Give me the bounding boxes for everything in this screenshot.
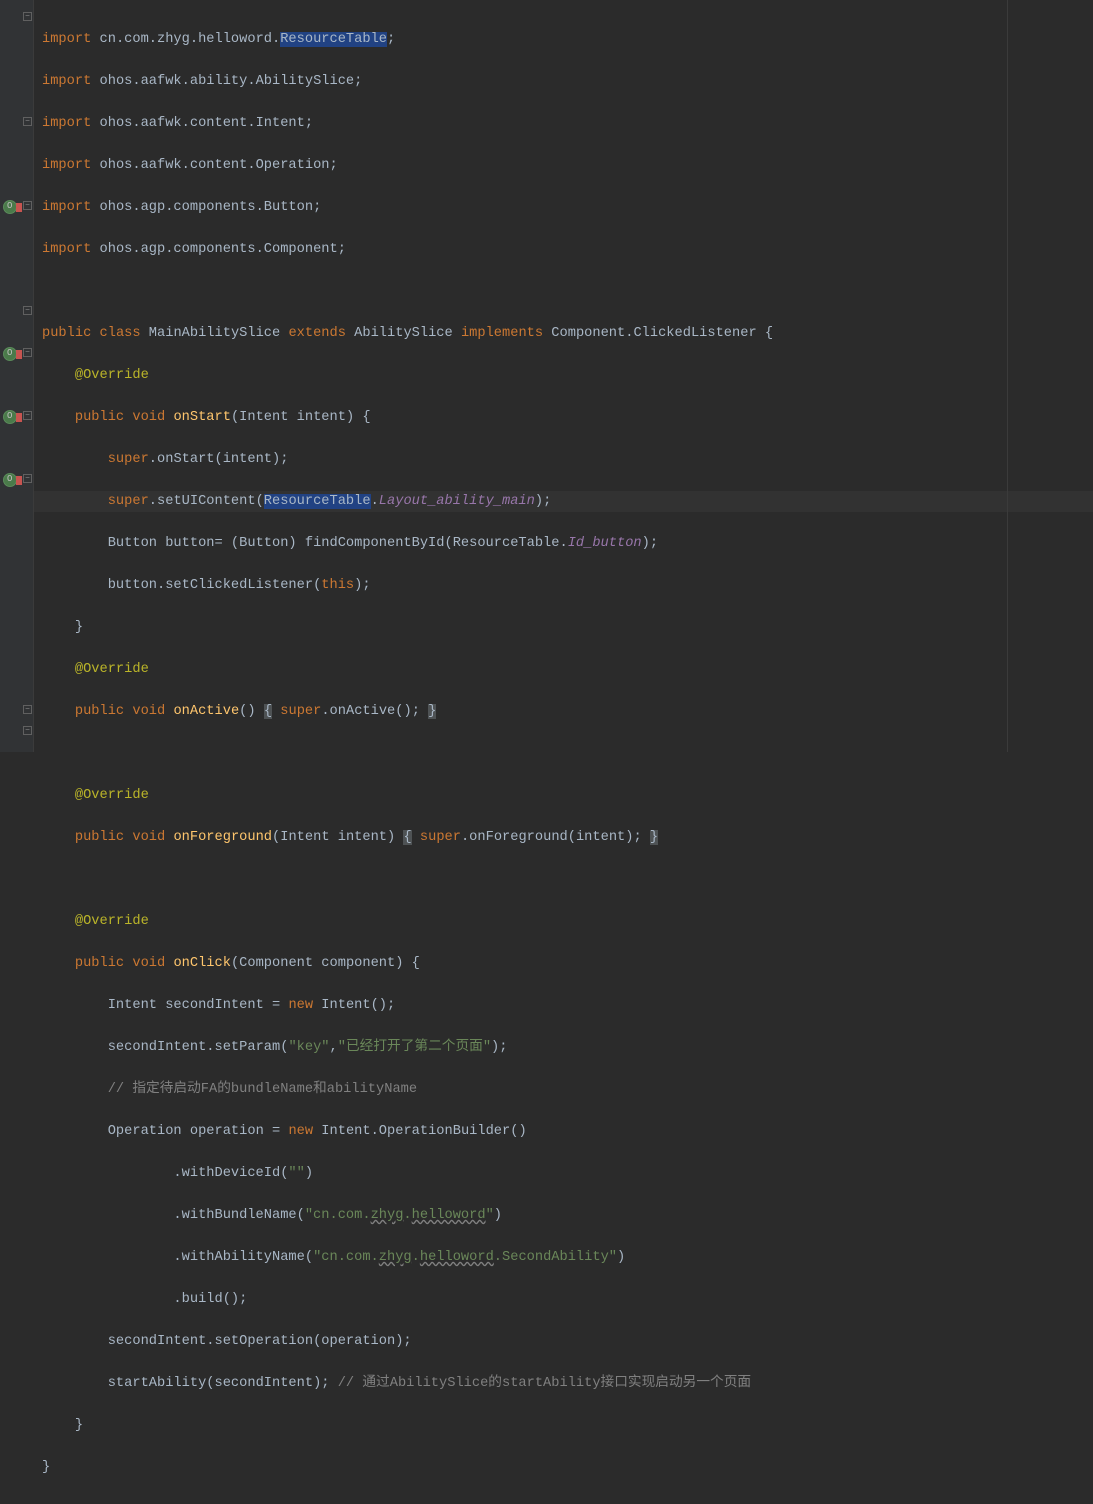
code-line[interactable]: Button button= (Button) findComponentByI…	[42, 533, 1093, 554]
code-line[interactable]	[42, 743, 1093, 764]
code-line[interactable]	[42, 869, 1093, 890]
gutter-icons	[0, 0, 22, 752]
fold-toggle-icon[interactable]: −	[23, 12, 32, 21]
code-line[interactable]: @Override	[42, 911, 1093, 932]
code-line[interactable]: Operation operation = new Intent.Operati…	[42, 1121, 1093, 1142]
code-line[interactable]: @Override	[42, 659, 1093, 680]
code-line[interactable]: public class MainAbilitySlice extends Ab…	[42, 323, 1093, 344]
fold-toggle-icon[interactable]: −	[23, 306, 32, 315]
code-line[interactable]: import ohos.aafwk.content.Intent;	[42, 113, 1093, 134]
code-line[interactable]: public void onStart(Intent intent) {	[42, 407, 1093, 428]
code-line[interactable]: import cn.com.zhyg.helloword.ResourceTab…	[42, 29, 1093, 50]
code-line[interactable]: super.onStart(intent);	[42, 449, 1093, 470]
code-line[interactable]: import ohos.aafwk.ability.AbilitySlice;	[42, 71, 1093, 92]
code-line[interactable]: }	[42, 617, 1093, 638]
right-margin-line	[1007, 0, 1008, 752]
code-line[interactable]: .withDeviceId("")	[42, 1163, 1093, 1184]
code-line[interactable]: @Override	[42, 785, 1093, 806]
fold-toggle-icon[interactable]: −	[23, 726, 32, 735]
code-line[interactable]: .withBundleName("cn.com.zhyg.helloword")	[42, 1205, 1093, 1226]
fold-toggle-icon[interactable]: −	[23, 117, 32, 126]
code-line[interactable]: Intent secondIntent = new Intent();	[42, 995, 1093, 1016]
selected-text: ResourceTable	[264, 494, 371, 509]
gutter-fold: − − − − − − − − −	[22, 0, 34, 752]
override-icon[interactable]	[3, 473, 17, 487]
code-line-current[interactable]: super.setUIContent(ResourceTable.Layout_…	[34, 491, 1093, 512]
code-line[interactable]: .withAbilityName("cn.com.zhyg.helloword.…	[42, 1247, 1093, 1268]
fold-toggle-icon[interactable]: −	[23, 474, 32, 483]
fold-toggle-icon[interactable]: −	[23, 348, 32, 357]
code-line[interactable]: import ohos.aafwk.content.Operation;	[42, 155, 1093, 176]
fold-toggle-icon[interactable]: −	[23, 201, 32, 210]
selected-text: ResourceTable	[280, 32, 387, 47]
code-line[interactable]: secondIntent.setOperation(operation);	[42, 1331, 1093, 1352]
override-icon[interactable]	[3, 200, 17, 214]
code-line[interactable]: public void onClick(Component component)…	[42, 953, 1093, 974]
code-line[interactable]: secondIntent.setParam("key","已经打开了第二个页面"…	[42, 1037, 1093, 1058]
code-line[interactable]: public void onForeground(Intent intent) …	[42, 827, 1093, 848]
code-content[interactable]: import cn.com.zhyg.helloword.ResourceTab…	[34, 0, 1093, 752]
fold-toggle-icon[interactable]: −	[23, 411, 32, 420]
fold-toggle-icon[interactable]: −	[23, 705, 32, 714]
code-line[interactable]: }	[42, 1457, 1093, 1478]
code-editor[interactable]: − − − − − − − − − import cn.com.zhyg.hel…	[0, 0, 1093, 752]
code-line[interactable]: // 指定待启动FA的bundleName和abilityName	[42, 1079, 1093, 1100]
code-line[interactable]: public void onActive() { super.onActive(…	[42, 701, 1093, 722]
code-line[interactable]	[42, 281, 1093, 302]
code-line[interactable]: startAbility(secondIntent); // 通过Ability…	[42, 1373, 1093, 1394]
code-line[interactable]: @Override	[42, 365, 1093, 386]
code-line[interactable]: import ohos.agp.components.Button;	[42, 197, 1093, 218]
override-icon[interactable]	[3, 410, 17, 424]
override-icon[interactable]	[3, 347, 17, 361]
code-line[interactable]: .build();	[42, 1289, 1093, 1310]
code-line[interactable]: }	[42, 1415, 1093, 1436]
code-line[interactable]: import ohos.agp.components.Component;	[42, 239, 1093, 260]
code-line[interactable]: button.setClickedListener(this);	[42, 575, 1093, 596]
